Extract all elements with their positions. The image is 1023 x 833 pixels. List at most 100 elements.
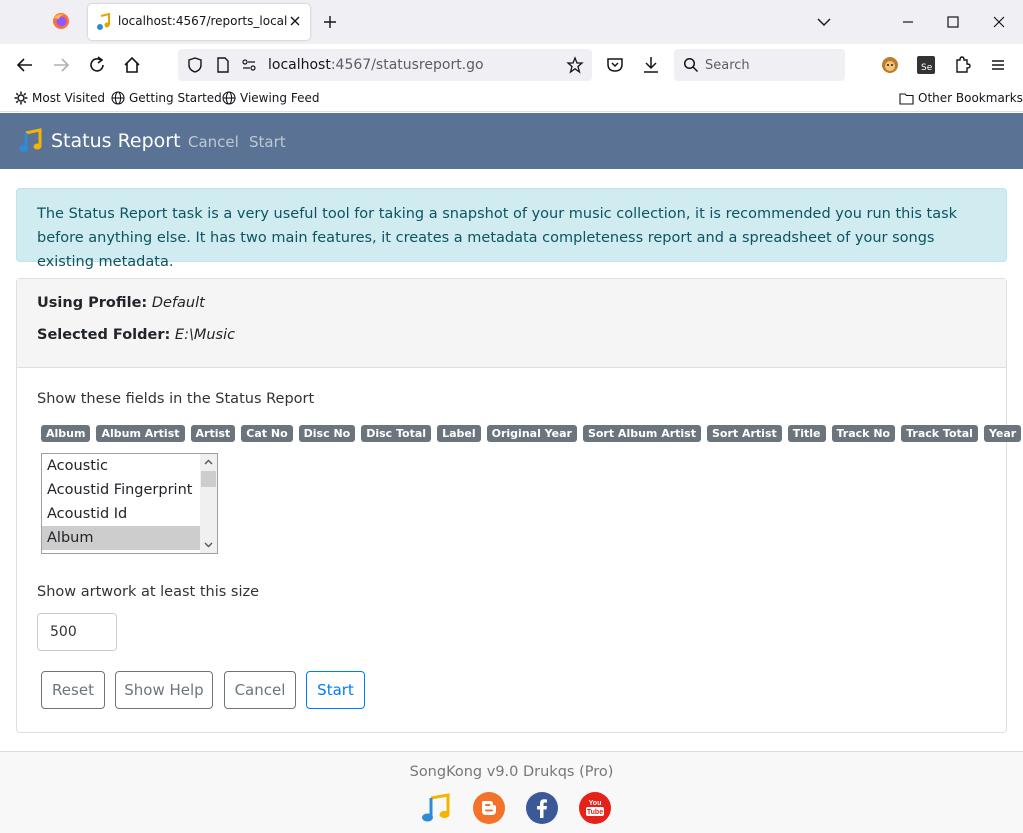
nav-cancel-link[interactable]: Cancel: [188, 133, 239, 151]
svg-text:Tube: Tube: [587, 809, 603, 816]
firefox-icon[interactable]: [52, 12, 70, 30]
youtube-icon[interactable]: You Tube: [579, 792, 611, 824]
selected-fields-tags: Album Album Artist Artist Cat No Disc No…: [41, 425, 1022, 442]
folder-label: Selected Folder:: [37, 327, 171, 343]
songkong-icon[interactable]: [420, 792, 452, 824]
facebook-icon[interactable]: [526, 792, 558, 824]
folder-line: Selected Folder: E:\Music: [37, 327, 235, 343]
scroll-up-icon[interactable]: [202, 456, 215, 469]
bookmark-label: Viewing Feed: [240, 91, 320, 105]
folder-value: E:\Music: [174, 327, 236, 343]
fields-label: Show these fields in the Status Report: [37, 391, 315, 407]
tab-title: localhost:4567/reports_local: [118, 14, 288, 28]
search-placeholder: Search: [705, 58, 750, 73]
svg-text:You: You: [589, 800, 602, 807]
cancel-button[interactable]: Cancel: [224, 671, 296, 709]
home-icon[interactable]: [121, 54, 143, 76]
list-option[interactable]: Acoustid Fingerprint: [42, 478, 200, 502]
field-tag[interactable]: Disc Total: [361, 425, 432, 442]
address-bar[interactable]: localhost:4567/statusreport.go: [178, 49, 592, 81]
bookmark-star-icon[interactable]: [566, 56, 584, 74]
page-icon[interactable]: [214, 56, 232, 74]
profile-label: Using Profile:: [37, 295, 148, 311]
listbox-scrollbar[interactable]: [200, 454, 217, 553]
bookmark-viewing-feed[interactable]: Viewing Feed: [222, 91, 319, 105]
blogger-icon[interactable]: [473, 792, 505, 824]
search-input[interactable]: Search: [674, 49, 845, 81]
forward-icon[interactable]: [50, 54, 72, 76]
download-icon[interactable]: [640, 54, 662, 76]
profile-value: Default: [151, 295, 205, 311]
back-icon[interactable]: [14, 54, 36, 76]
field-tag[interactable]: Artist: [190, 425, 236, 442]
selenium-extension-icon[interactable]: Se: [915, 54, 937, 76]
extension-monkey-icon[interactable]: [879, 54, 901, 76]
field-tag[interactable]: Sort Album Artist: [582, 425, 701, 442]
field-tag[interactable]: Album Artist: [96, 425, 185, 442]
nav-start-link[interactable]: Start: [249, 133, 286, 151]
folder-icon: [899, 92, 914, 105]
permissions-icon[interactable]: [240, 56, 258, 74]
maximize-icon[interactable]: [943, 12, 963, 32]
globe-icon: [222, 91, 236, 105]
minimize-icon[interactable]: [898, 12, 918, 32]
artwork-size-label: Show artwork at least this size: [37, 584, 260, 600]
songkong-logo-icon[interactable]: [18, 128, 44, 154]
field-tag[interactable]: Year: [983, 425, 1022, 442]
reset-button[interactable]: Reset: [41, 671, 105, 709]
songkong-tab-icon: [97, 13, 110, 30]
field-tag[interactable]: Sort Artist: [706, 425, 782, 442]
start-button[interactable]: Start: [306, 671, 365, 709]
version-text: SongKong v9.0 Drukqs (Pro): [409, 764, 614, 780]
list-option[interactable]: Acoustic: [42, 454, 200, 478]
info-alert: The Status Report task is a very useful …: [16, 188, 1007, 270]
globe-icon: [111, 91, 125, 105]
card-header: Using Profile: Default Selected Folder: …: [17, 279, 1006, 368]
browser-tabbar: localhost:4567/reports_local: [0, 0, 1023, 44]
bookmarks-bar: Most Visited Getting Started Viewing Fee…: [0, 86, 1023, 112]
field-tag[interactable]: Track Total: [901, 425, 978, 442]
scrollbar-thumb[interactable]: [201, 471, 216, 487]
bookmark-label: Getting Started: [129, 91, 222, 105]
report-card: Using Profile: Default Selected Folder: …: [16, 278, 1022, 733]
url-path: :4567/statusreport.go: [330, 57, 484, 73]
field-tag[interactable]: Label: [437, 425, 481, 442]
search-icon: [683, 57, 699, 73]
field-tag[interactable]: Album: [41, 425, 91, 442]
field-tag[interactable]: Title: [787, 425, 826, 442]
field-tag[interactable]: Cat No: [241, 425, 293, 442]
svg-text:Se: Se: [921, 63, 933, 73]
navbar-brand[interactable]: Status Report: [51, 130, 181, 152]
scroll-down-icon[interactable]: [202, 538, 215, 551]
field-tag[interactable]: Disc No: [298, 425, 356, 442]
other-bookmarks[interactable]: Other Bookmarks: [899, 91, 1023, 105]
close-tab-icon[interactable]: [286, 12, 304, 30]
url-text: localhost:4567/statusreport.go: [268, 57, 484, 73]
pocket-icon[interactable]: [604, 54, 626, 76]
profile-line: Using Profile: Default: [37, 295, 205, 311]
main-content: The Status Report task is a very useful …: [0, 169, 1023, 751]
app-footer: SongKong v9.0 Drukqs (Pro) You Tube: [0, 751, 1023, 833]
list-option-selected[interactable]: Album: [42, 526, 200, 550]
chevron-down-icon[interactable]: [814, 12, 834, 32]
url-host: localhost: [268, 57, 331, 73]
show-help-button[interactable]: Show Help: [115, 671, 213, 709]
field-tag[interactable]: Original Year: [486, 425, 577, 442]
field-tag[interactable]: Track No: [831, 425, 896, 442]
gear-icon: [14, 91, 28, 105]
active-tab[interactable]: localhost:4567/reports_local: [88, 4, 310, 40]
other-bookmarks-label: Other Bookmarks: [918, 91, 1023, 105]
menu-hamburger-icon[interactable]: [987, 54, 1009, 76]
bookmark-getting-started[interactable]: Getting Started: [111, 91, 222, 105]
artwork-size-input[interactable]: 500: [37, 613, 117, 651]
fields-listbox[interactable]: Acoustic Acoustid Fingerprint Acoustid I…: [41, 453, 218, 554]
bookmark-most-visited[interactable]: Most Visited: [14, 91, 105, 105]
list-option[interactable]: Acoustid Id: [42, 502, 200, 526]
extensions-puzzle-icon[interactable]: [951, 54, 973, 76]
shield-icon[interactable]: [186, 56, 204, 74]
new-tab-icon[interactable]: [320, 12, 340, 32]
reload-icon[interactable]: [86, 54, 108, 76]
app-navbar: Status Report Cancel Start: [0, 113, 1023, 169]
bookmark-label: Most Visited: [32, 91, 106, 105]
close-window-icon[interactable]: [989, 12, 1009, 32]
